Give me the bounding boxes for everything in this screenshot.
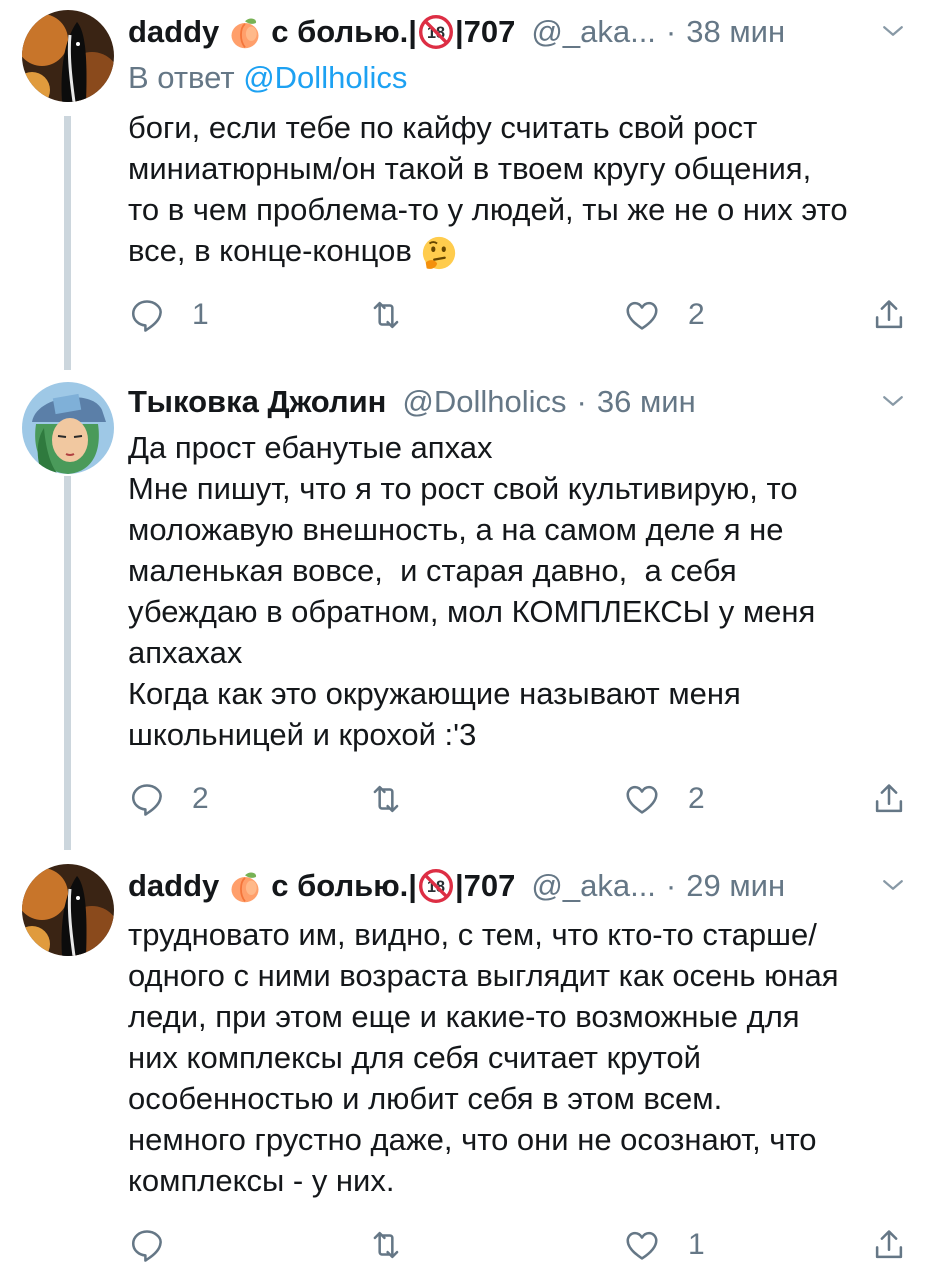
tweet-text: трудновато им, видно, с тем, что кто-то … [128,914,918,1201]
tweet-1[interactable]: daddy с болью.| |707 @_aka... · 38 мин В… [0,0,948,370]
separator-dot: · [665,868,677,903]
no-under-18-icon [419,869,453,903]
tweet-line: них комплексы для себя считает крутой [128,1040,701,1075]
like-icon [622,1226,662,1264]
like-icon [622,780,662,818]
reply-context: В ответ @Dollholics [128,60,407,96]
tweet-line: все, в конце-концов [128,230,918,272]
like-count: 2 [688,782,705,815]
chevron-down-icon[interactable] [878,386,908,416]
timestamp[interactable]: 36 мин [597,384,696,420]
reply-icon [128,1226,166,1264]
tweet-text: Да прост ебанутые апхах Мне пишут, что я… [128,427,918,755]
retweet-icon [366,780,406,818]
reply-count: 2 [192,782,209,815]
retweet-button[interactable] [366,1226,406,1264]
tweet-line: апхахах [128,635,243,670]
user-handle[interactable]: @_aka... [531,868,656,904]
separator-dot: · [665,14,677,49]
retweet-icon [366,1226,406,1264]
tweet-line: Мне пишут, что я то рост свой культивиру… [128,471,798,506]
share-button[interactable] [870,780,908,818]
tweet-line: особенностью и любит себя в этом всем. [128,1081,723,1116]
tweet-line: леди, при этом еще и какие-то возможные … [128,999,800,1034]
tweet-actions: 1 [128,1226,918,1266]
tweet-line: то в чем проблема-то у людей, ты же не о… [128,192,848,227]
share-icon [870,296,908,334]
thread-connector [64,476,71,850]
like-button[interactable]: 2 [622,780,705,818]
avatar[interactable] [22,382,114,474]
display-name[interactable]: daddy с болью.| |707 [128,868,515,904]
thinking-face-icon [420,234,458,272]
like-icon [622,296,662,334]
reply-icon [128,780,166,818]
avatar[interactable] [22,864,114,956]
tweet-line: Да прост ебанутые апхах [128,430,493,465]
tweet-actions: 2 2 [128,780,918,820]
tweet-line: боги, если тебе по кайфу считать свой ро… [128,110,758,145]
display-name[interactable]: daddy с болью.| |707 [128,14,515,50]
chevron-down-icon[interactable] [878,16,908,46]
peach-icon [227,868,263,904]
user-handle[interactable]: @Dollholics [402,384,566,420]
tweet-header: Тыковка Джолин @Dollholics · 36 мин [128,382,908,422]
reply-mention-link[interactable]: @Dollholics [243,60,407,95]
reply-button[interactable] [128,1226,166,1264]
like-count: 2 [688,298,705,331]
tweet-actions: 1 2 [128,296,918,336]
reply-icon [128,296,166,334]
reply-label: В ответ [128,60,235,95]
tweet-line: одного с ними возраста выглядит как осен… [128,958,839,993]
tweet-3[interactable]: daddy с болью.| |707 @_aka... · 29 мин т… [0,850,948,1280]
share-icon [870,780,908,818]
share-button[interactable] [870,1226,908,1264]
reply-count: 1 [192,298,209,331]
thread-connector [64,116,71,370]
tweet-line: миниатюрным/он такой в твоем кругу общен… [128,151,812,186]
timestamp[interactable]: 29 мин [686,868,785,904]
tweet-line: трудновато им, видно, с тем, что кто-то … [128,917,817,952]
like-button[interactable]: 2 [622,296,705,334]
tweet-line: комплексы - у них. [128,1163,395,1198]
tweet-line: убеждаю в обратном, мол КОМПЛЕКСЫ у меня [128,594,816,629]
tweet-line: маленькая вовсе, и старая давно, а себя [128,553,737,588]
share-button[interactable] [870,296,908,334]
tweet-text: боги, если тебе по кайфу считать свой ро… [128,107,918,272]
tweet-line: школьницей и крохой :'3 [128,717,477,752]
separator-dot: · [576,384,587,419]
tweet-line: Когда как это окружающие называют меня [128,676,741,711]
no-under-18-icon [419,15,453,49]
reply-button[interactable]: 1 [128,296,209,334]
share-icon [870,1226,908,1264]
reply-button[interactable]: 2 [128,780,209,818]
tweet-line: немного грустно даже, что они не осознаю… [128,1122,817,1157]
like-count: 1 [688,1228,705,1261]
tweet-2[interactable]: Тыковка Джолин @Dollholics · 36 мин Да п… [0,370,948,850]
retweet-button[interactable] [366,780,406,818]
like-button[interactable]: 1 [622,1226,705,1264]
chevron-down-icon[interactable] [878,870,908,900]
retweet-icon [366,296,406,334]
timestamp[interactable]: 38 мин [686,14,785,50]
tweet-line: моложавую внешность, а на самом деле я н… [128,512,784,547]
user-handle[interactable]: @_aka... [531,14,656,50]
retweet-button[interactable] [366,296,406,334]
tweet-header: daddy с болью.| |707 @_aka... · 29 мин [128,866,908,906]
avatar[interactable] [22,10,114,102]
display-name[interactable]: Тыковка Джолин [128,384,386,420]
tweet-header: daddy с болью.| |707 @_aka... · 38 мин [128,12,908,52]
peach-icon [227,14,263,50]
